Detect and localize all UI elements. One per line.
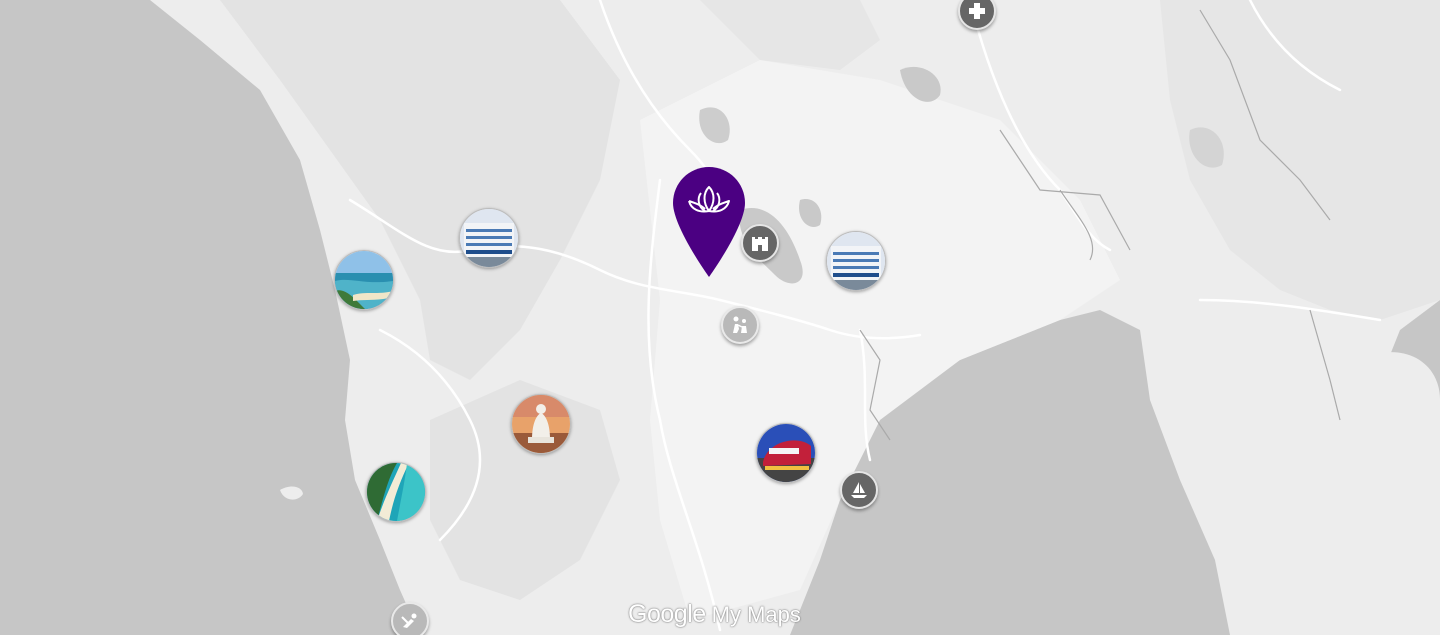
school-building-photo-marker[interactable] — [459, 208, 519, 268]
family-icon — [733, 316, 747, 333]
family-poi-marker[interactable] — [721, 306, 759, 344]
castle-poi-marker[interactable] — [741, 224, 779, 262]
google-my-maps-logo: Google My Maps — [628, 600, 801, 629]
diving-icon — [401, 613, 417, 628]
beach-photo-marker[interactable] — [366, 462, 426, 522]
lotus-location-pin[interactable] — [671, 165, 747, 284]
map-canvas[interactable]: Google My Maps — [0, 0, 1440, 635]
buddha-statue-photo-marker[interactable] — [511, 394, 571, 454]
school-building-photo-marker[interactable] — [826, 231, 886, 291]
sailboat-icon — [851, 482, 867, 498]
sailboat-poi-marker[interactable] — [840, 471, 878, 509]
my-maps-label: My Maps — [711, 602, 801, 627]
map-base-layer — [0, 0, 1440, 635]
shopping-mall-photo-marker[interactable] — [756, 423, 816, 483]
beach-photo-marker[interactable] — [334, 250, 394, 310]
plus-icon — [969, 3, 985, 19]
google-logo-text: Google — [628, 600, 706, 628]
castle-icon — [752, 237, 768, 251]
diving-poi-marker[interactable] — [391, 602, 429, 635]
